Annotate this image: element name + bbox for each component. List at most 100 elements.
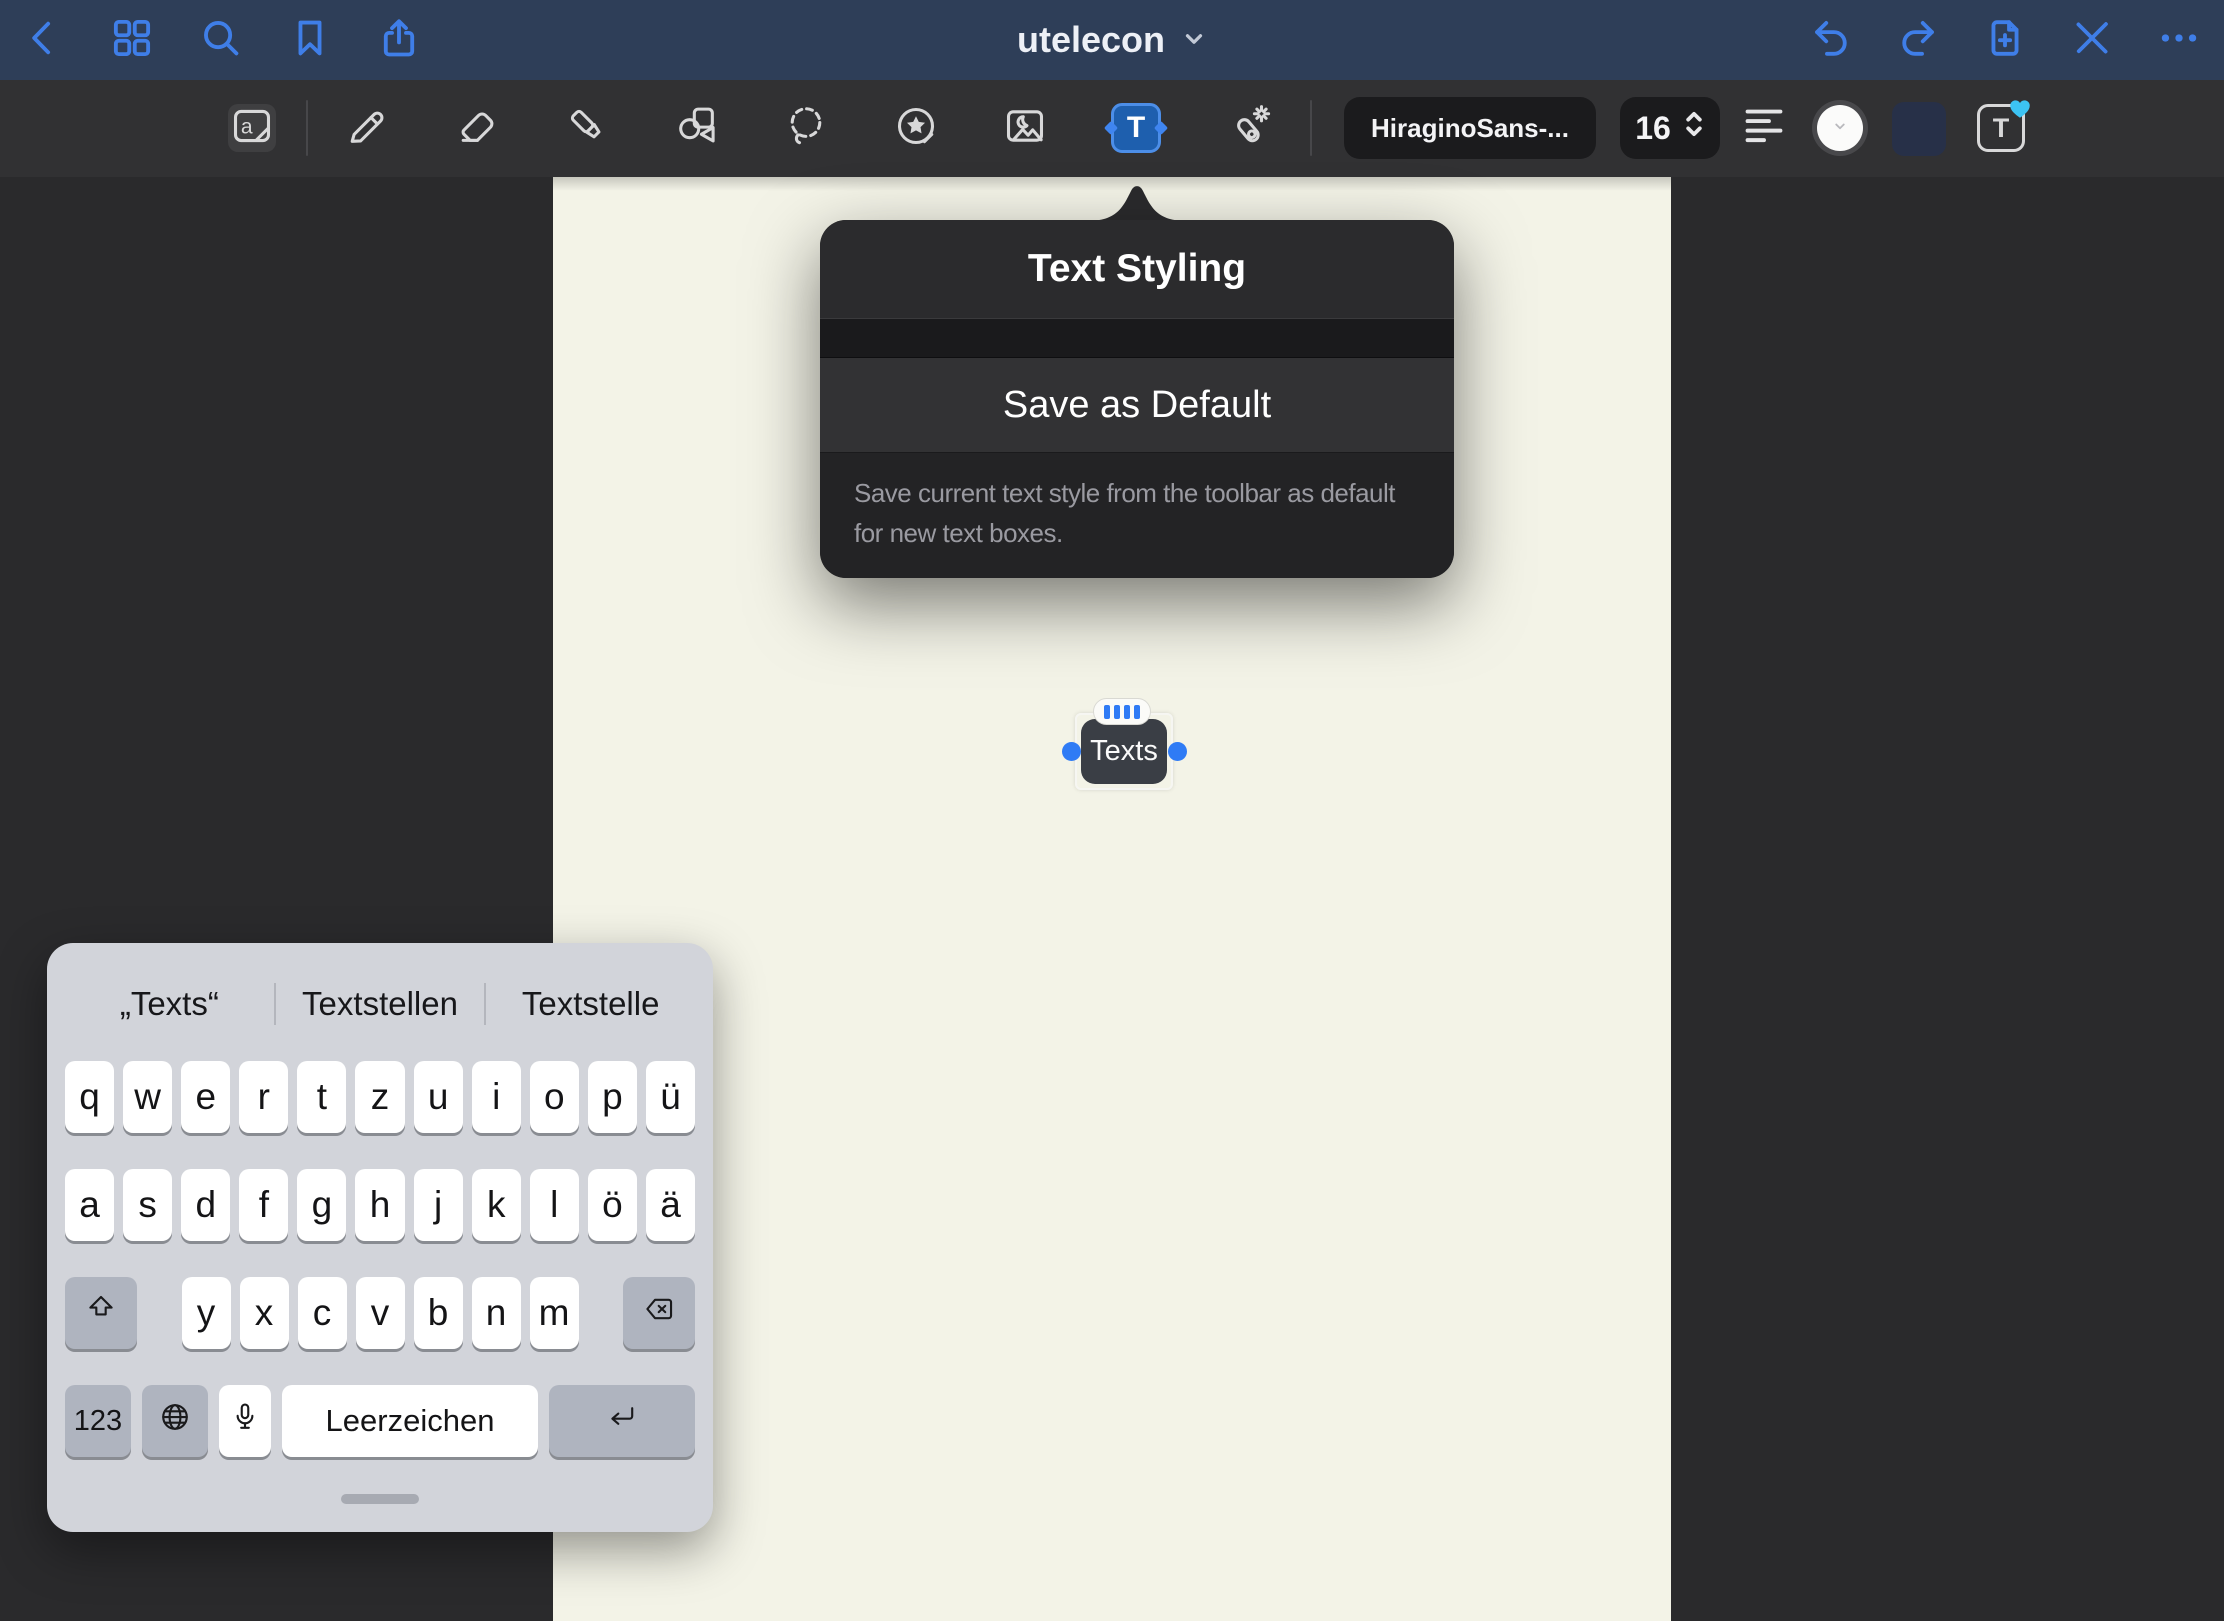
key-j[interactable]: j	[414, 1169, 463, 1241]
font-family-button[interactable]: HiraginoSans-...	[1344, 97, 1596, 159]
zoom-window-tool-button[interactable]: a	[228, 104, 276, 152]
globe-key[interactable]	[142, 1385, 208, 1457]
text-tool-glyph: T	[1127, 111, 1145, 145]
key-t[interactable]: t	[297, 1061, 346, 1133]
font-size-stepper[interactable]: 16	[1620, 97, 1720, 159]
svg-text:a: a	[241, 115, 253, 138]
save-as-default-button[interactable]: Save as Default	[820, 358, 1454, 453]
anchor-dot-left	[1104, 121, 1118, 135]
highlighter-tool-button[interactable]	[563, 104, 611, 152]
suggestion-2[interactable]: Textstelle	[486, 985, 695, 1023]
numbers-key[interactable]: 123	[65, 1385, 131, 1457]
document-title: utelecon	[1017, 19, 1165, 61]
share-button[interactable]	[377, 18, 421, 62]
key-n[interactable]: n	[472, 1277, 521, 1349]
text-align-button[interactable]	[1740, 104, 1788, 152]
key-a[interactable]: a	[65, 1169, 114, 1241]
text-tool-button-selected[interactable]: T	[1111, 103, 1161, 153]
resize-handle-right[interactable]	[1168, 742, 1187, 761]
popover-title: Text Styling	[820, 220, 1454, 318]
resize-handle-left[interactable]	[1062, 742, 1081, 761]
thumbnails-button[interactable]	[110, 18, 154, 62]
key-e[interactable]: e	[181, 1061, 230, 1133]
redo-icon	[1896, 16, 1940, 65]
key-y[interactable]: y	[182, 1277, 231, 1349]
suggestion-quoted[interactable]: „Texts“	[65, 985, 274, 1023]
keyboard-row-3: y x c v b n m	[65, 1277, 695, 1349]
suggestion-1[interactable]: Textstellen	[276, 985, 485, 1023]
suggestion-bar: „Texts“ Textstellen Textstelle	[65, 973, 695, 1035]
back-chevron-icon	[21, 16, 65, 65]
toolbar-divider	[1310, 100, 1312, 156]
key-o[interactable]: o	[530, 1061, 579, 1133]
key-w[interactable]: w	[123, 1061, 172, 1133]
search-icon	[199, 16, 243, 65]
search-button[interactable]	[199, 18, 243, 62]
text-panel-icon: a	[229, 103, 275, 154]
key-b[interactable]: b	[414, 1277, 463, 1349]
heart-icon	[2007, 95, 2033, 121]
bookmark-button[interactable]	[288, 18, 332, 62]
key-d[interactable]: d	[181, 1169, 230, 1241]
backspace-key[interactable]	[623, 1277, 695, 1349]
key-c[interactable]: c	[298, 1277, 347, 1349]
favorite-text-style-button[interactable]: T	[1977, 104, 2025, 152]
return-icon	[605, 1400, 639, 1443]
back-button[interactable]	[21, 18, 65, 62]
key-oe[interactable]: ö	[588, 1169, 637, 1241]
key-s[interactable]: s	[123, 1169, 172, 1241]
key-ae[interactable]: ä	[646, 1169, 695, 1241]
shapes-tool-button[interactable]	[673, 104, 721, 152]
laser-pointer-tool-button[interactable]	[1226, 104, 1274, 152]
key-x[interactable]: x	[240, 1277, 289, 1349]
popover-separator-band	[820, 318, 1454, 358]
key-q[interactable]: q	[65, 1061, 114, 1133]
align-left-icon	[1741, 103, 1787, 154]
shift-key[interactable]	[65, 1277, 137, 1349]
eraser-tool-button[interactable]	[453, 104, 501, 152]
key-u[interactable]: u	[414, 1061, 463, 1133]
key-l[interactable]: l	[530, 1169, 579, 1241]
lasso-tool-button[interactable]	[782, 104, 830, 152]
text-color-button[interactable]	[1812, 100, 1868, 156]
image-tool-button[interactable]	[1001, 104, 1049, 152]
keyboard-row-4: 123 Leerzeichen	[65, 1385, 695, 1457]
popover-description: Save current text style from the toolbar…	[820, 453, 1454, 578]
add-page-button[interactable]	[1983, 18, 2027, 62]
key-g[interactable]: g	[297, 1169, 346, 1241]
key-m[interactable]: m	[530, 1277, 579, 1349]
key-k[interactable]: k	[472, 1169, 521, 1241]
key-p[interactable]: p	[588, 1061, 637, 1133]
elements-tool-button[interactable]	[892, 104, 940, 152]
drag-bar	[1114, 705, 1120, 719]
laser-pointer-icon	[1227, 103, 1273, 154]
key-r[interactable]: r	[239, 1061, 288, 1133]
text-box-drag-handle[interactable]	[1093, 698, 1151, 725]
key-i[interactable]: i	[472, 1061, 521, 1133]
sticker-star-icon	[893, 103, 939, 154]
image-icon	[1002, 103, 1048, 154]
shift-icon	[84, 1292, 118, 1335]
pen-tool-button[interactable]	[342, 104, 390, 152]
key-v[interactable]: v	[356, 1277, 405, 1349]
undo-button[interactable]	[1809, 18, 1853, 62]
key-z[interactable]: z	[355, 1061, 404, 1133]
document-title-button[interactable]: utelecon	[1017, 0, 1207, 80]
keyboard-row-1: q w e r t z u i o p ü	[65, 1061, 695, 1133]
nav-right-group	[1809, 0, 2201, 80]
more-options-button[interactable]	[2157, 18, 2201, 62]
pen-mode-toggle-button[interactable]	[2070, 18, 2114, 62]
key-h[interactable]: h	[355, 1169, 404, 1241]
keyboard-drag-grip[interactable]	[341, 1494, 419, 1504]
dictation-key[interactable]	[219, 1385, 271, 1457]
space-key[interactable]: Leerzeichen	[282, 1385, 538, 1457]
toolbar-divider	[306, 100, 308, 156]
return-key[interactable]	[549, 1385, 695, 1457]
redo-button[interactable]	[1896, 18, 1940, 62]
pen-icon	[343, 103, 389, 154]
key-ue[interactable]: ü	[646, 1061, 695, 1133]
key-f[interactable]: f	[239, 1169, 288, 1241]
shapes-icon	[674, 103, 720, 154]
text-box[interactable]: Texts	[1081, 719, 1167, 784]
nav-left-group	[21, 0, 421, 80]
